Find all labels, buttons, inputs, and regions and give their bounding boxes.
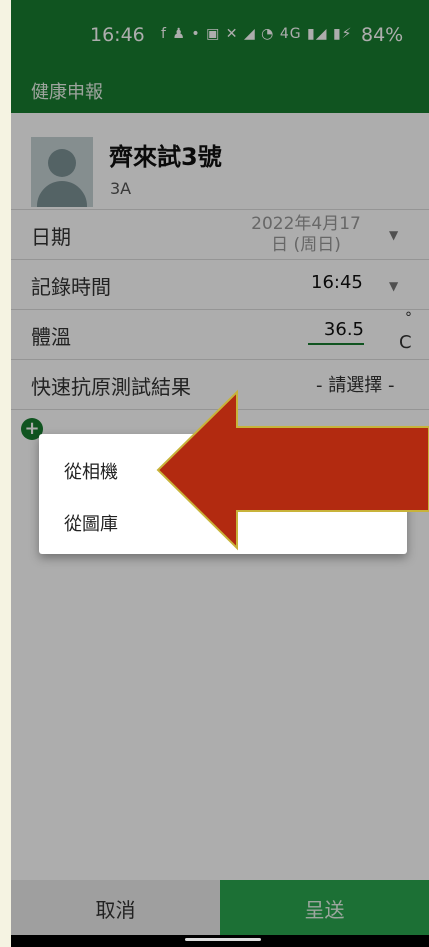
menu-item-gallery[interactable]: 從圖庫 [39,496,407,546]
phone-screen: 16:46 f ♟ • ▣ ✕ ◢ ◔ 4G ▮◢ ▮⚡ 84% 健康申報 齊來… [11,0,429,947]
menu-item-gallery-label: 從圖庫 [64,514,118,535]
home-indicator[interactable] [185,938,261,941]
system-nav-bar [11,935,429,947]
photo-source-menu: 從相機 從圖庫 [39,434,407,554]
menu-item-camera-label: 從相機 [64,462,118,483]
menu-item-camera[interactable]: 從相機 [39,444,407,494]
